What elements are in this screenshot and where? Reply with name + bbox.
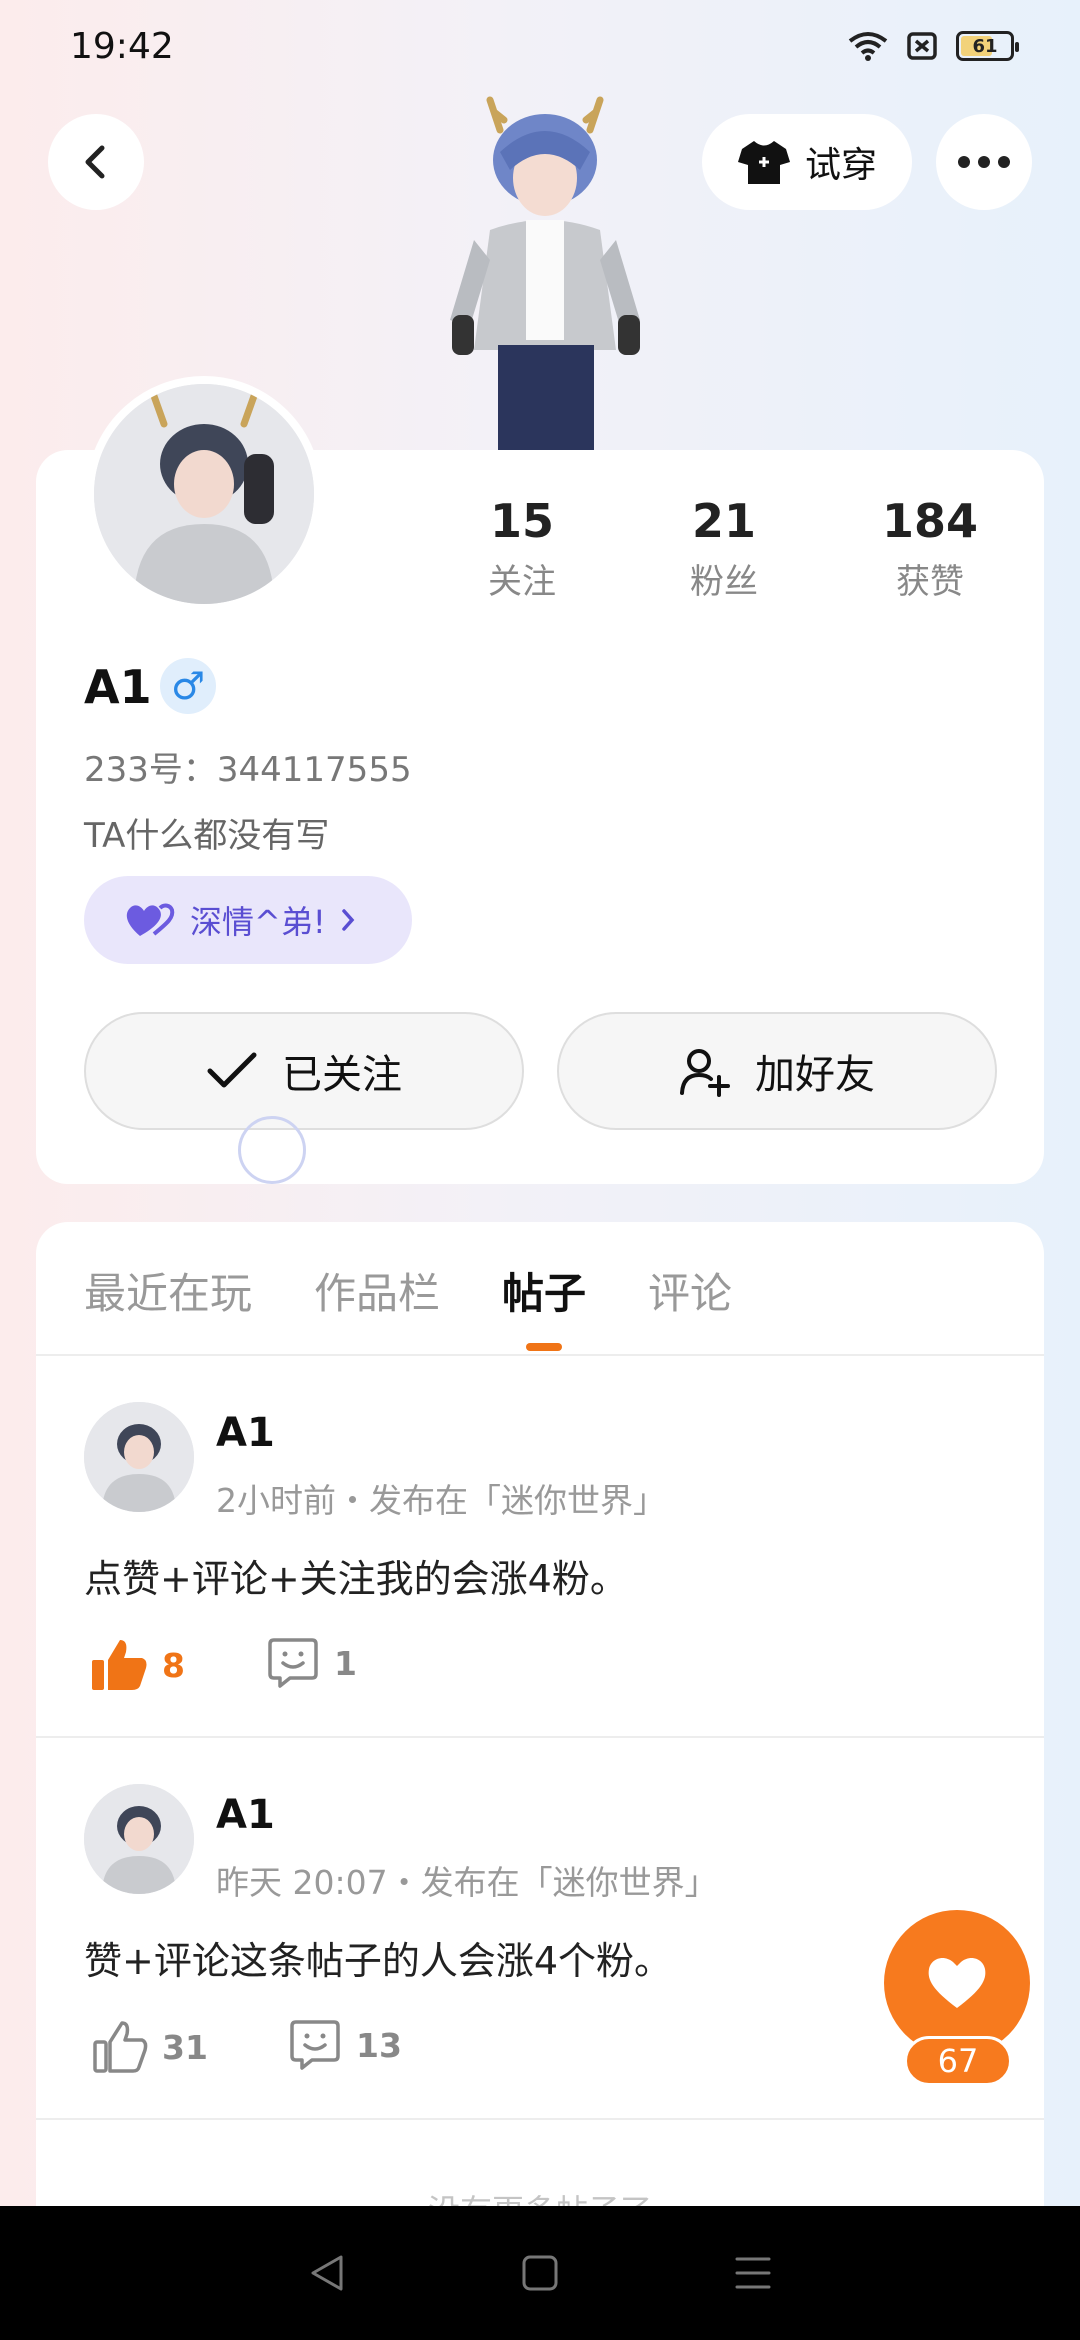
profile-uid[interactable]: 233号：344117555 (84, 742, 412, 791)
like-count: 31 (162, 2027, 208, 2067)
tab-works[interactable]: 作品栏 (314, 1260, 440, 1321)
post-avatar[interactable] (84, 1402, 194, 1512)
post-meta: 昨天 20:07・发布在「迷你世界」 (216, 1863, 718, 1902)
nav-recents-icon[interactable] (731, 2251, 775, 2295)
post-author[interactable]: A1 (216, 1792, 275, 1838)
back-button[interactable] (48, 114, 144, 210)
thumbs-up-filled-icon (92, 1640, 147, 1690)
battery-level: 61 (972, 35, 998, 57)
checkmark-icon (207, 1052, 257, 1088)
following-label: 已关注 (282, 1052, 402, 1098)
post-meta: 2小时前・发布在「迷你世界」 (216, 1481, 666, 1520)
tab-comments[interactable]: 评论 (648, 1260, 732, 1321)
more-button[interactable] (936, 114, 1032, 210)
comment-count: 1 (334, 1643, 357, 1683)
stat-value: 21 (691, 494, 756, 548)
stat-value: 184 (881, 494, 979, 548)
chevron-right-icon (341, 909, 354, 931)
comment-icon (290, 2020, 340, 2070)
relationship-tag[interactable]: 深情^弟! (84, 876, 412, 964)
double-heart-icon (126, 903, 175, 936)
try-on-label: 试穿 (804, 145, 877, 186)
comment-count: 13 (356, 2025, 402, 2065)
post-text[interactable]: 点赞+评论+关注我的会涨4粉。 (84, 1548, 628, 1603)
stat-value: 15 (489, 494, 554, 548)
post-author[interactable]: A1 (216, 1410, 275, 1456)
feed-card (36, 1222, 1044, 2242)
touch-ripple (238, 1116, 306, 1184)
profile-bio: TA什么都没有写 (84, 816, 330, 856)
status-icons: 61 (848, 30, 1019, 62)
comment-icon (268, 1638, 318, 1688)
nav-home-icon[interactable] (518, 2251, 562, 2295)
character-figure (450, 96, 640, 450)
try-on-button[interactable]: 试穿 (702, 114, 912, 210)
male-gender-icon: ♂ (160, 658, 216, 714)
floating-like-count: 67 (904, 2036, 1012, 2086)
stat-following[interactable]: 15 关注 (432, 494, 612, 603)
like-button[interactable]: 31 (92, 2020, 208, 2074)
stat-label: 粉丝 (690, 562, 758, 602)
like-button[interactable]: 8 (90, 1638, 185, 1692)
profile-avatar[interactable] (86, 376, 322, 612)
divider (36, 1736, 1044, 1738)
stat-label: 关注 (488, 562, 556, 602)
comment-button[interactable]: 1 (266, 1636, 357, 1690)
comment-button[interactable]: 13 (288, 2018, 402, 2072)
heart-icon (928, 1958, 986, 2008)
following-button[interactable]: 已关注 (84, 1012, 524, 1130)
sim-blocked-icon (907, 32, 937, 60)
floating-like-button[interactable] (884, 1910, 1030, 2056)
divider (36, 2118, 1044, 2120)
wifi-icon (848, 32, 888, 61)
thumbs-up-icon (93, 2021, 148, 2073)
tab-posts[interactable]: 帖子 (502, 1260, 586, 1351)
add-user-icon (680, 1049, 730, 1097)
battery-icon: 61 (956, 31, 1019, 61)
stat-label: 获赞 (896, 562, 964, 602)
post-text[interactable]: 赞+评论这条帖子的人会涨4个粉。 (84, 1930, 672, 1985)
add-friend-button[interactable]: 加好友 (557, 1012, 997, 1130)
back-arrow-icon (85, 145, 105, 179)
divider (36, 1354, 1044, 1356)
relationship-tag-label: 深情^弟! (190, 903, 326, 941)
nav-back-icon[interactable] (305, 2251, 349, 2295)
tab-recently-played[interactable]: 最近在玩 (84, 1260, 252, 1321)
system-navigation-bar (0, 2206, 1080, 2340)
profile-tabs: 最近在玩 作品栏 帖子 评论 (84, 1260, 732, 1351)
like-count: 8 (162, 1645, 185, 1685)
add-friend-label: 加好友 (755, 1052, 875, 1098)
tshirt-icon (737, 141, 790, 184)
status-time: 19:42 (70, 26, 174, 67)
stat-likes[interactable]: 184 获赞 (840, 494, 1020, 603)
post-avatar[interactable] (84, 1784, 194, 1894)
stat-followers[interactable]: 21 粉丝 (634, 494, 814, 603)
more-icon (958, 156, 970, 168)
profile-name: A1 (84, 660, 152, 714)
